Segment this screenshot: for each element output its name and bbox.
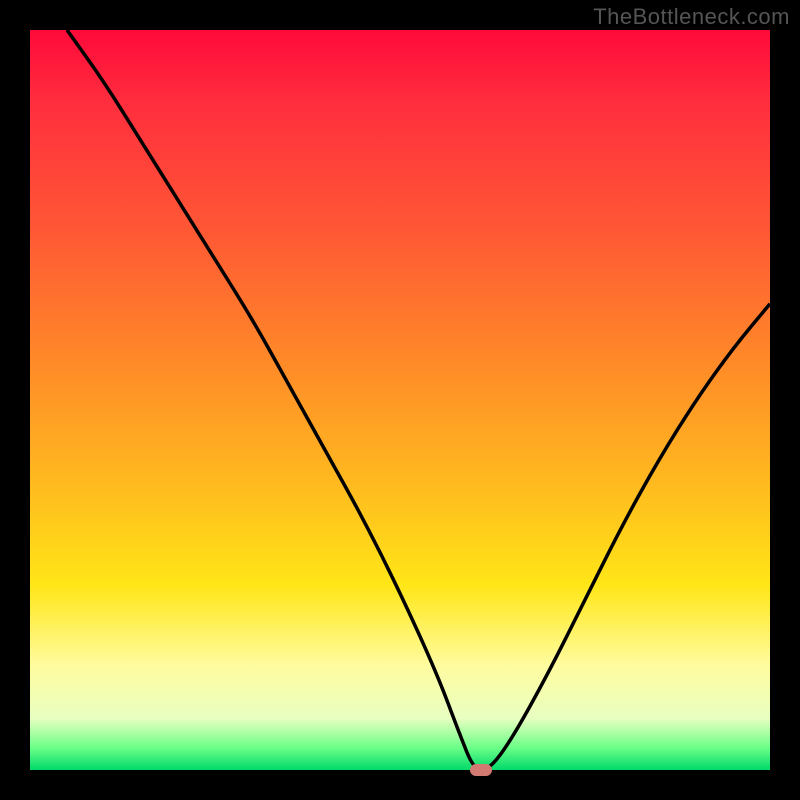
- watermark-text: TheBottleneck.com: [593, 4, 790, 30]
- bottleneck-curve-path: [67, 30, 770, 770]
- chart-frame: TheBottleneck.com: [0, 0, 800, 800]
- optimal-marker: [470, 764, 492, 776]
- bottleneck-curve-svg: [30, 30, 770, 770]
- plot-area: [30, 30, 770, 770]
